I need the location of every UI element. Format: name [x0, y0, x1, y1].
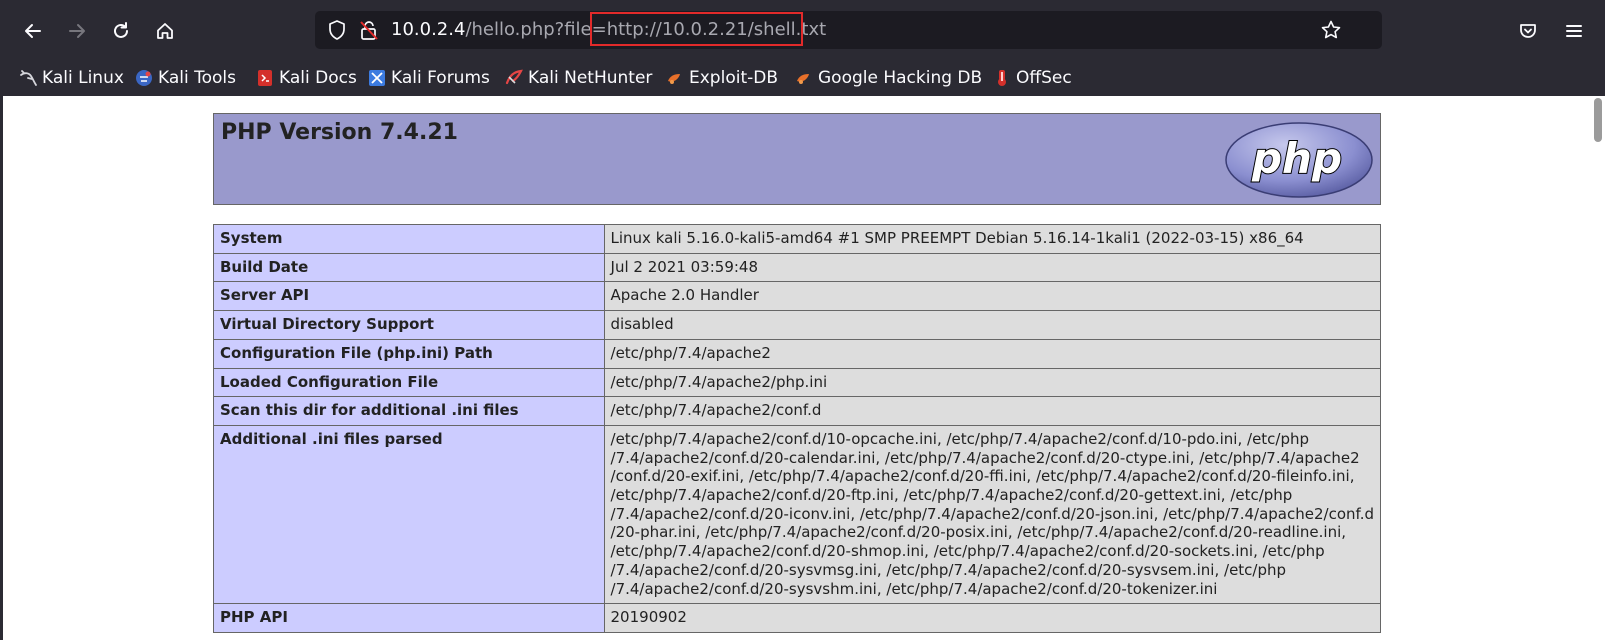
- row-key: Configuration File (php.ini) Path: [213, 338, 605, 369]
- bookmark-kali-forums[interactable]: Kali Forums: [368, 64, 490, 92]
- pocket-icon: [1520, 24, 1536, 38]
- url-host: 10.0.2.4: [391, 19, 466, 40]
- offsec-icon: [993, 69, 1011, 87]
- row-value: Jul 2 2021 03:59:48: [603, 252, 1382, 283]
- bookmark-kali-docs[interactable]: Kali Docs: [256, 64, 357, 92]
- table-row: Loaded Configuration File /etc/php/7.4/a…: [213, 367, 1382, 398]
- bookmark-kali-nethunter[interactable]: Kali NetHunter: [505, 64, 652, 92]
- vertical-scrollbar[interactable]: [1588, 96, 1605, 640]
- row-value: /etc/php/7.4/apache2/conf.d: [603, 396, 1382, 426]
- table-row: PHP API 20190902: [213, 603, 1382, 633]
- address-bar[interactable]: 10.0.2.4/hello.php?file=http://10.0.2.21…: [315, 11, 1382, 49]
- bookmark-label: Exploit-DB: [689, 68, 778, 88]
- row-key: Scan this dir for additional .ini files: [213, 396, 605, 426]
- kali-nethunter-icon: [505, 69, 523, 87]
- reload-icon: [114, 22, 128, 38]
- ini-line: /etc/php/7.4/apache2/conf.d/20-shmop.ini…: [610, 542, 1325, 561]
- bookmark-label: Kali Tools: [158, 68, 236, 88]
- row-key: Build Date: [213, 252, 605, 283]
- page-title: PHP Version 7.4.21: [221, 120, 458, 145]
- bookmark-kali-tools[interactable]: Kali Tools: [135, 64, 236, 92]
- row-key: Virtual Directory Support: [213, 310, 605, 340]
- pocket-button[interactable]: [1511, 14, 1545, 48]
- bookmark-exploit-db[interactable]: Exploit-DB: [666, 64, 778, 92]
- row-value: Linux kali 5.16.0-kali5-amd64 #1 SMP PRE…: [603, 224, 1382, 254]
- row-key: Additional .ini files parsed: [213, 424, 605, 605]
- bookmark-label: Google Hacking DB: [818, 68, 983, 88]
- table-row: System Linux kali 5.16.0-kali5-amd64 #1 …: [213, 224, 1382, 254]
- bookmarks-toolbar: Kali Linux Kali Tools Kali Docs Kali For…: [0, 60, 1605, 96]
- row-value: /etc/php/7.4/apache2: [603, 338, 1382, 369]
- page-viewport: PHP Version 7.4.21 php System Linux kali…: [3, 96, 1588, 640]
- ini-line: /7.4/apache2/conf.d/20-calendar.ini, /et…: [610, 448, 1360, 467]
- bookmark-label: Kali NetHunter: [528, 68, 653, 88]
- row-value: /etc/php/7.4/apache2/php.ini: [603, 367, 1382, 398]
- row-value: Apache 2.0 Handler: [603, 281, 1382, 312]
- bookmark-google-hacking-db[interactable]: Google Hacking DB: [795, 64, 982, 92]
- bookmark-label: Kali Linux: [42, 68, 124, 88]
- ini-line: /7.4/apache2/conf.d/20-iconv.ini, /etc/p…: [610, 504, 1374, 523]
- bookmark-label: Kali Forums: [391, 68, 490, 88]
- row-value: 20190902: [603, 603, 1382, 633]
- kali-tools-icon: [135, 69, 153, 87]
- php-logo[interactable]: php: [1224, 121, 1374, 199]
- row-key: System: [213, 224, 605, 254]
- ini-line: /7.4/apache2/conf.d/20-sysvmsg.ini, /etc…: [610, 560, 1287, 579]
- hamburger-menu-icon: [1566, 25, 1582, 37]
- row-key: Server API: [213, 281, 605, 312]
- bookmark-offsec[interactable]: OffSec: [993, 64, 1072, 92]
- kali-dragon-icon: [19, 69, 37, 87]
- reload-button[interactable]: [104, 14, 138, 48]
- arrow-right-icon: [69, 24, 85, 38]
- menu-button[interactable]: [1557, 14, 1591, 48]
- shield-icon[interactable]: [326, 19, 348, 41]
- bookmark-label: OffSec: [1016, 68, 1072, 88]
- phpinfo-table: System Linux kali 5.16.0-kali5-amd64 #1 …: [213, 224, 1382, 633]
- forward-button[interactable]: [60, 14, 94, 48]
- url-highlight-box: [590, 12, 803, 46]
- table-row: Additional .ini files parsed /etc/php/7.…: [213, 424, 1382, 605]
- row-key: Loaded Configuration File: [213, 367, 605, 398]
- exploit-db-icon: [666, 69, 684, 87]
- scrollbar-thumb[interactable]: [1594, 98, 1602, 142]
- bookmark-label: Kali Docs: [279, 68, 357, 88]
- url-path: /hello.php?file=: [465, 19, 607, 40]
- back-button[interactable]: [16, 14, 50, 48]
- php-logo-text: php: [1251, 134, 1342, 183]
- home-button[interactable]: [148, 14, 182, 48]
- kali-docs-icon: [256, 69, 274, 87]
- ini-line: /conf.d/20-exif.ini, /etc/php/7.4/apache…: [610, 467, 1355, 486]
- kali-forums-icon: [368, 69, 386, 87]
- table-row: Configuration File (php.ini) Path /etc/p…: [213, 338, 1382, 369]
- row-value: disabled: [603, 310, 1382, 340]
- ini-line: /etc/php/7.4/apache2/conf.d/10-opcache.i…: [610, 429, 1310, 448]
- ini-line: /etc/php/7.4/apache2/conf.d/20-ftp.ini, …: [610, 486, 1293, 505]
- table-row: Server API Apache 2.0 Handler: [213, 281, 1382, 312]
- row-value-multiline: /etc/php/7.4/apache2/conf.d/10-opcache.i…: [603, 424, 1382, 605]
- row-key: PHP API: [213, 603, 605, 633]
- bookmark-kali-linux[interactable]: Kali Linux: [19, 64, 124, 92]
- bookmark-star-icon[interactable]: [1320, 19, 1342, 41]
- browser-toolbar: 10.0.2.4/hello.php?file=http://10.0.2.21…: [0, 0, 1605, 60]
- table-row: Build Date Jul 2 2021 03:59:48: [213, 252, 1382, 283]
- arrow-left-icon: [25, 24, 41, 38]
- table-row: Scan this dir for additional .ini files …: [213, 396, 1382, 426]
- insecure-lock-icon[interactable]: [358, 19, 380, 41]
- home-icon: [157, 23, 173, 39]
- ini-line: /7.4/apache2/conf.d/20-sysvshm.ini, /etc…: [610, 579, 1218, 598]
- table-row: Virtual Directory Support disabled: [213, 310, 1382, 340]
- ini-line: /20-phar.ini, /etc/php/7.4/apache2/conf.…: [610, 523, 1347, 542]
- ghdb-icon: [795, 69, 813, 87]
- phpinfo-header: PHP Version 7.4.21 php: [213, 113, 1381, 205]
